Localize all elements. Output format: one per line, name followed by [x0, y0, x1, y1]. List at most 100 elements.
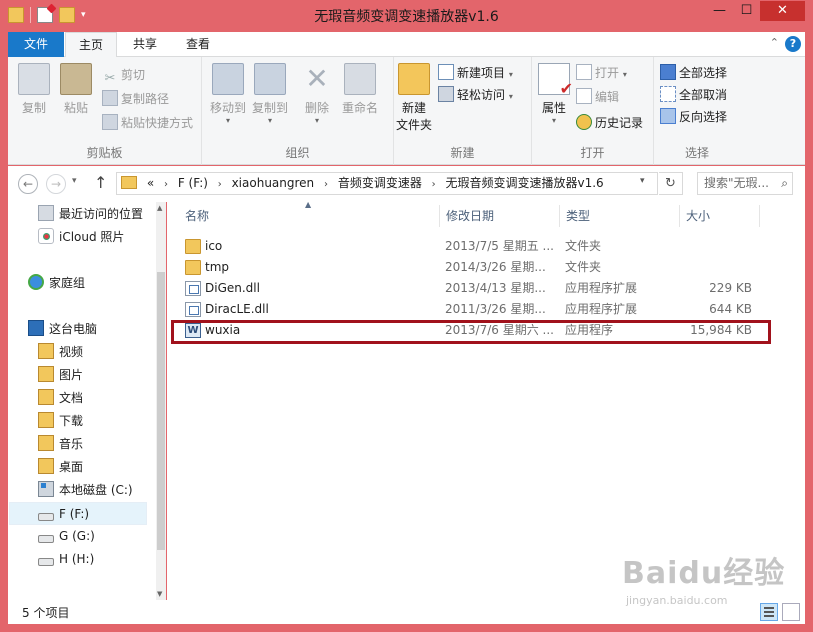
tab-share[interactable]: 共享: [121, 32, 169, 57]
breadcrumb-xiaohuangren[interactable]: xiaohuangren: [232, 176, 315, 190]
column-divider[interactable]: [559, 205, 560, 227]
breadcrumb-overflow[interactable]: «: [147, 176, 154, 190]
search-input[interactable]: 搜索"无瑕... ⌕: [697, 172, 793, 195]
edit-label: 编辑: [595, 90, 620, 104]
nav-item-music[interactable]: 音乐: [38, 433, 166, 456]
file-row-diracle-dll[interactable]: DiracLE.dll 2011/3/26 星期... 应用程序扩展 644 K…: [167, 299, 805, 320]
file-row-tmp[interactable]: tmp 2014/3/26 星期... 文件夹: [167, 257, 805, 278]
forward-arrow-icon[interactable]: →: [46, 174, 66, 194]
clipboard-group-label: 剪贴板: [86, 146, 123, 160]
file-row-ico[interactable]: ico 2013/7/5 星期五 ... 文件夹: [167, 236, 805, 257]
select-none-button[interactable]: 全部取消: [660, 85, 727, 105]
nav-item-drive-g[interactable]: G (G:): [38, 525, 166, 548]
column-header-date[interactable]: 修改日期: [446, 205, 494, 227]
move-to-icon: [212, 63, 244, 95]
history-button[interactable]: 历史记录: [576, 113, 643, 133]
recent-locations-chevron-icon[interactable]: ▾: [72, 176, 77, 186]
file-type: 文件夹: [565, 239, 602, 253]
breadcrumb-drive[interactable]: F (F:): [178, 176, 208, 190]
address-bar[interactable]: « › F (F:) › xiaohuangren › 音频变调变速器 › 无瑕…: [116, 172, 658, 195]
nav-pane-scrollbar[interactable]: ▲ ▼: [156, 202, 166, 600]
large-icons-view-icon[interactable]: [782, 603, 800, 621]
cut-button[interactable]: ✂ 剪切: [102, 65, 145, 86]
nav-item-drive-h[interactable]: H (H:): [38, 548, 166, 571]
paste-shortcut-button[interactable]: 粘贴快捷方式: [102, 113, 193, 133]
nav-item-drive-f[interactable]: F (F:): [9, 502, 147, 525]
scissors-icon: ✂: [104, 71, 116, 86]
properties-dropdown-icon: ▾: [551, 116, 556, 125]
nav-item-pictures[interactable]: 图片: [38, 364, 166, 387]
close-button[interactable]: ✕: [760, 1, 805, 21]
copy-to-button[interactable]: 复制到 ▾: [250, 63, 290, 125]
maximize-button[interactable]: ☐: [733, 1, 760, 21]
open-group: 属性 ▾ 打开 ▾ 编辑 历史记录 打开: [532, 57, 654, 165]
nav-item-label: 图片: [59, 368, 84, 382]
collapse-ribbon-chevron-icon[interactable]: ⌃: [770, 36, 779, 49]
tab-view[interactable]: 查看: [174, 32, 222, 57]
paste-button[interactable]: 粘贴: [58, 63, 94, 116]
nav-item-local-disk-c[interactable]: 本地磁盘 (C:): [38, 479, 166, 502]
column-divider[interactable]: [439, 205, 440, 227]
column-header-type[interactable]: 类型: [566, 205, 590, 227]
nav-item-desktop[interactable]: 桌面: [38, 456, 166, 479]
search-icon[interactable]: ⌕: [781, 173, 788, 194]
invert-selection-label: 反向选择: [679, 110, 728, 124]
back-arrow-icon[interactable]: ←: [18, 174, 38, 194]
nav-item-label: H (H:): [59, 552, 95, 566]
edit-button[interactable]: 编辑: [576, 87, 619, 107]
invert-selection-button[interactable]: 反向选择: [660, 107, 727, 127]
address-history-chevron-icon[interactable]: ▾: [640, 176, 645, 186]
file-row-digen-dll[interactable]: DiGen.dll 2013/4/13 星期... 应用程序扩展 229 KB: [167, 278, 805, 299]
column-header-name[interactable]: 名称: [185, 205, 209, 227]
tab-home[interactable]: 主页: [65, 32, 117, 58]
new-item-button[interactable]: 新建项目 ▾: [438, 63, 513, 83]
minimize-button[interactable]: —: [706, 1, 733, 21]
navigation-bar: ← → ▾ ↑ « › F (F:) › xiaohuangren › 音频变调…: [8, 166, 805, 202]
file-type: 应用程序扩展: [565, 302, 638, 316]
file-size: 644 KB: [709, 302, 752, 316]
up-arrow-icon[interactable]: ↑: [94, 173, 107, 192]
breadcrumb-parent-folder[interactable]: 音频变调变速器: [338, 176, 422, 190]
paste-shortcut-icon: [102, 114, 118, 130]
nav-item-icloud-photos[interactable]: iCloud 照片: [38, 226, 166, 249]
nav-item-downloads[interactable]: 下载: [38, 410, 166, 433]
nav-item-videos[interactable]: 视频: [38, 341, 166, 364]
new-item-dropdown-icon: ▾: [508, 70, 513, 79]
easy-access-button[interactable]: 轻松访问 ▾: [438, 85, 513, 105]
new-item-icon: [438, 64, 454, 80]
column-divider[interactable]: [679, 205, 680, 227]
file-name: DiracLE.dll: [205, 302, 269, 316]
scroll-up-arrow-icon[interactable]: ▲: [157, 204, 162, 212]
tab-file[interactable]: 文件: [8, 32, 64, 57]
documents-folder-icon: [38, 389, 54, 405]
open-button[interactable]: 打开 ▾: [576, 63, 627, 83]
select-none-icon: [660, 86, 676, 102]
downloads-folder-icon: [38, 412, 54, 428]
copy-button[interactable]: 复制: [16, 63, 52, 116]
search-placeholder: 搜索"无瑕...: [704, 176, 769, 190]
new-folder-button[interactable]: 新建 文件夹: [394, 63, 434, 133]
scrollbar-thumb[interactable]: [157, 272, 165, 550]
dll-icon: [185, 281, 201, 296]
delete-button[interactable]: ✕ 删除 ▾: [300, 63, 334, 126]
properties-button[interactable]: 属性 ▾: [536, 63, 573, 125]
new-group-label: 新建: [450, 146, 475, 160]
details-view-icon[interactable]: [760, 603, 778, 621]
help-icon[interactable]: ?: [785, 36, 801, 52]
select-all-button[interactable]: 全部选择: [660, 63, 727, 83]
easy-access-label: 轻松访问: [457, 88, 506, 102]
nav-item-documents[interactable]: 文档: [38, 387, 166, 410]
refresh-icon[interactable]: ↻: [659, 172, 683, 195]
rename-button[interactable]: 重命名: [338, 63, 382, 116]
nav-item-homegroup[interactable]: 家庭组: [28, 272, 166, 295]
new-folder-label-line1: 新建: [401, 101, 426, 115]
column-divider[interactable]: [759, 205, 760, 227]
copy-path-button[interactable]: 复制路径: [102, 89, 169, 109]
breadcrumb-current-folder[interactable]: 无瑕音频变调变速播放器v1.6: [445, 176, 603, 190]
move-to-button[interactable]: 移动到 ▾: [208, 63, 248, 125]
nav-item-recent-places[interactable]: 最近访问的位置: [38, 203, 166, 226]
column-header-size[interactable]: 大小: [686, 205, 710, 227]
open-icon: [576, 64, 592, 80]
nav-item-this-pc[interactable]: 这台电脑: [28, 318, 166, 341]
scroll-down-arrow-icon[interactable]: ▼: [157, 590, 162, 598]
